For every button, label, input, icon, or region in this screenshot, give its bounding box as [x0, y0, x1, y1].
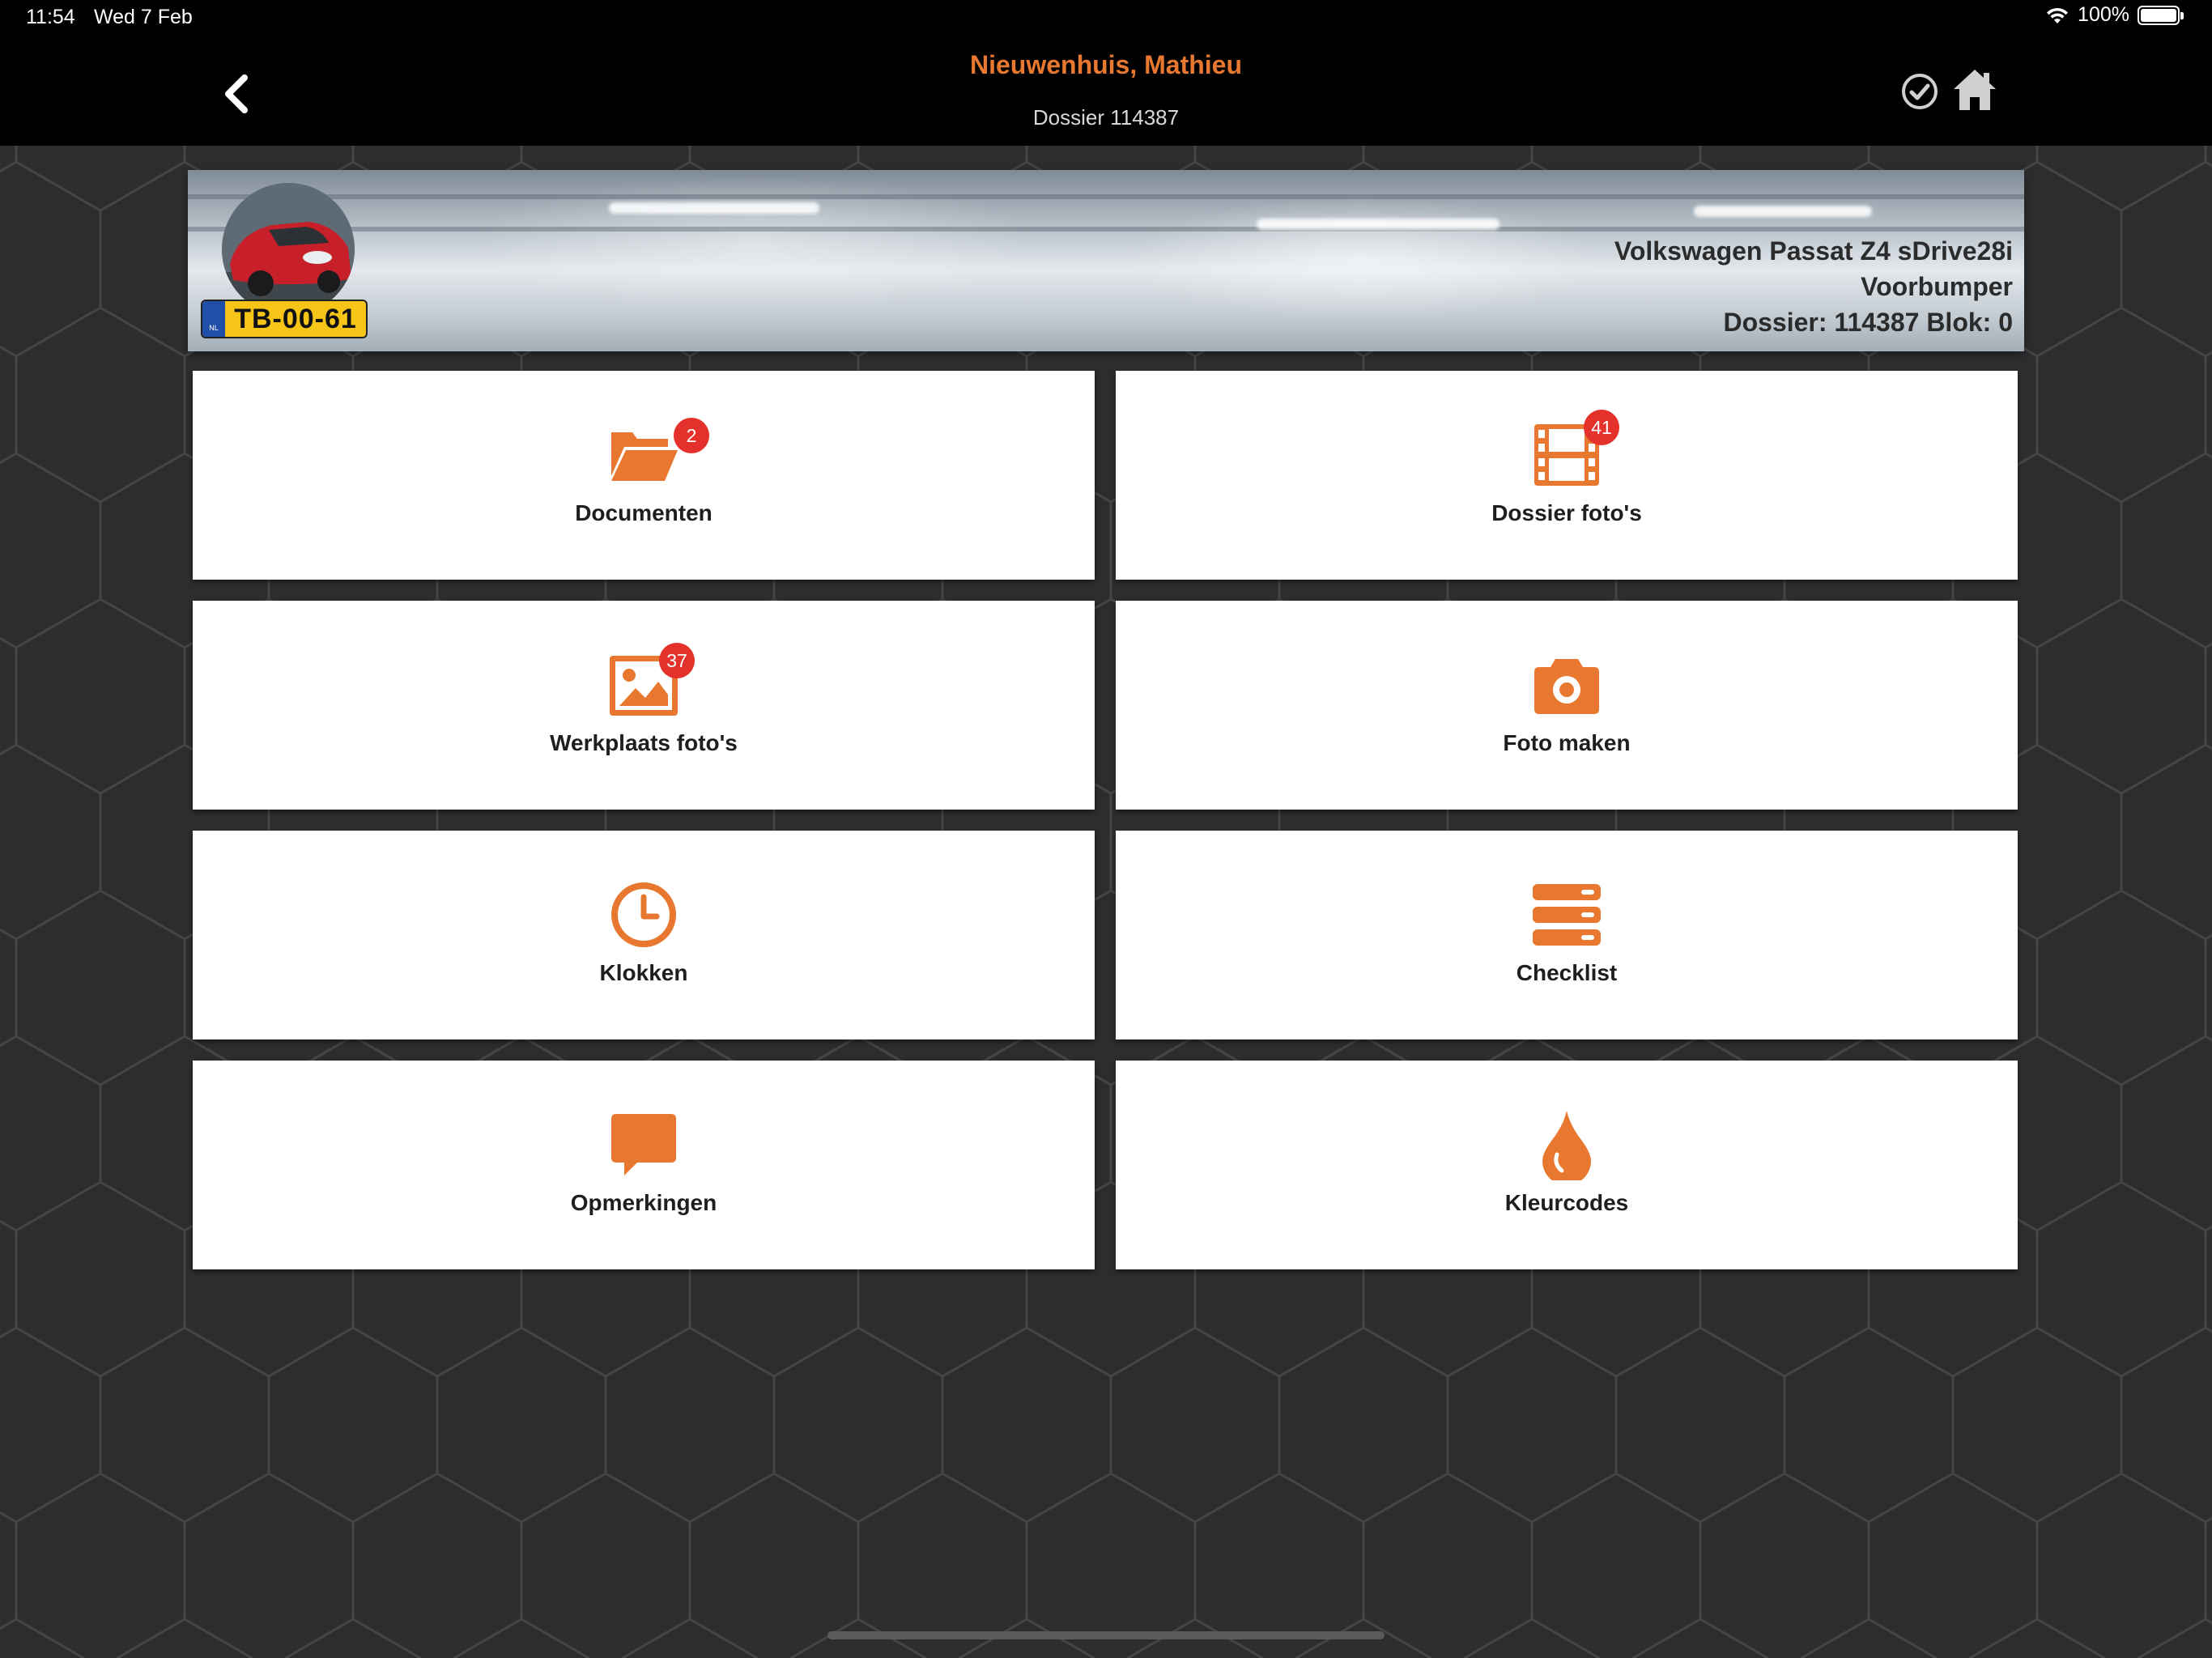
background-beam	[188, 194, 2024, 199]
plate-country: NL	[202, 301, 225, 337]
plate-number: TB-00-61	[234, 303, 357, 334]
status-time: 11:54	[26, 6, 75, 28]
tile-label: Dossier foto's	[1491, 500, 1642, 525]
wifi-icon	[2047, 7, 2069, 23]
background-beam	[188, 227, 2024, 232]
tile-label: Werkplaats foto's	[550, 730, 738, 755]
vehicle-part: Voorbumper	[1861, 272, 2013, 301]
page-subtitle: Dossier 114387	[1032, 105, 1180, 130]
tile-kleurcodes[interactable]: Kleurcodes	[1116, 1061, 2018, 1269]
tile-label: Checklist	[1516, 960, 1618, 985]
battery-percentage: 100%	[2078, 3, 2129, 26]
tile-checklist[interactable]: Checklist	[1116, 831, 2018, 1039]
background-light	[609, 202, 819, 214]
vehicle-info: Volkswagen Passat Z4 sDrive28i Voorbumpe…	[1614, 233, 2013, 340]
tile-label: Kleurcodes	[1504, 1190, 1629, 1215]
folder-open-icon	[611, 432, 678, 481]
tile-label: Klokken	[599, 960, 688, 985]
tile-label: Opmerkingen	[570, 1190, 717, 1215]
background-light	[1694, 206, 1872, 217]
comment-icon	[611, 1114, 676, 1175]
documenten-badge: 2	[674, 418, 709, 453]
navigation-bar: Nieuwenhuis, Mathieu Dossier 114387	[0, 36, 2212, 146]
tile-dossier-fotos[interactable]: 41 Dossier foto's	[1116, 371, 2018, 580]
status-bar: 11:54 Wed 7 Feb 100%	[0, 0, 2212, 36]
vehicle-model: Volkswagen Passat Z4 sDrive28i	[1614, 236, 2013, 266]
tile-label: Documenten	[575, 500, 713, 525]
battery-icon	[2138, 5, 2184, 25]
vehicle-dossier: Dossier: 114387 Blok: 0	[1723, 308, 2013, 337]
tile-werkplaats-fotos[interactable]: 37 Werkplaats foto's	[193, 601, 1095, 810]
vehicle-photo[interactable]	[222, 183, 355, 316]
page-title: Nieuwenhuis, Mathieu	[969, 50, 1243, 79]
tile-foto-maken[interactable]: Foto maken	[1116, 601, 2018, 810]
car-icon	[222, 183, 355, 316]
drop-icon	[1542, 1111, 1591, 1180]
list-icon	[1533, 884, 1601, 946]
clock-icon	[611, 882, 676, 947]
tile-documenten[interactable]: 2 Documenten	[193, 371, 1095, 580]
werkplaats-fotos-badge: 37	[659, 643, 695, 678]
status-date: Wed 7 Feb	[94, 6, 193, 28]
check-circle-icon[interactable]	[1899, 71, 1940, 112]
home-indicator[interactable]	[827, 1631, 1385, 1639]
background-light	[1257, 219, 1499, 230]
tile-label: Foto maken	[1503, 730, 1631, 755]
dossier-fotos-badge: 41	[1584, 410, 1619, 445]
vehicle-header: NL TB-00-61 Volkswagen Passat Z4 sDrive2…	[188, 170, 2024, 351]
tile-klokken[interactable]: Klokken	[193, 831, 1095, 1039]
status-right: 100%	[2045, 3, 2184, 27]
tile-opmerkingen[interactable]: Opmerkingen	[193, 1061, 1095, 1269]
camera-icon	[1534, 659, 1599, 714]
license-plate: NL TB-00-61	[201, 300, 368, 338]
home-icon[interactable]	[1951, 66, 1998, 113]
